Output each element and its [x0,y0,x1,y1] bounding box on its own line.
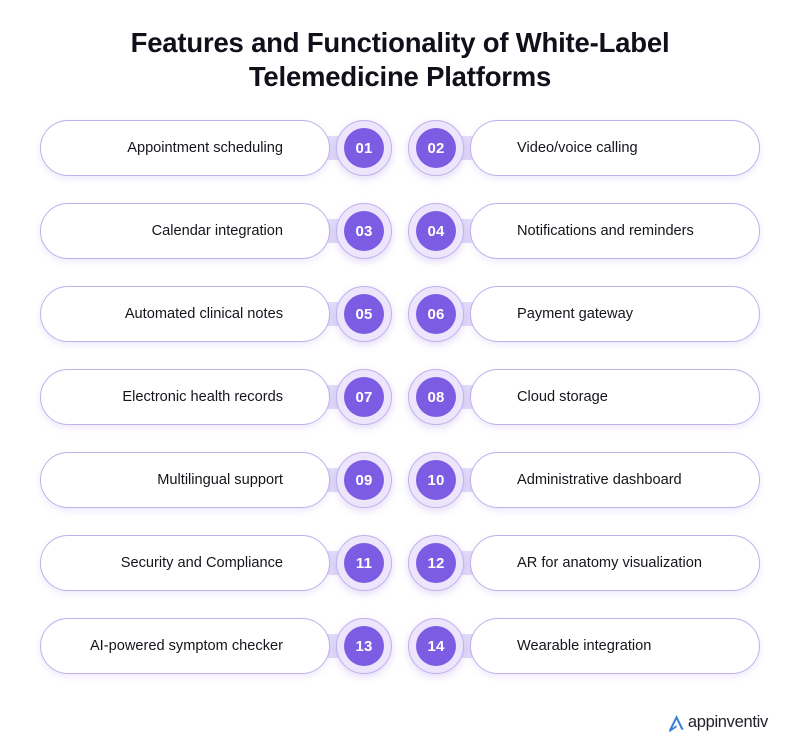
feature-label: Multilingual support [157,472,283,488]
page-title: Features and Functionality of White-Labe… [130,27,670,92]
feature-item-04[interactable]: Notifications and reminders 04 [408,198,760,264]
badge-inner-circle: 06 [416,294,456,334]
feature-label: Payment gateway [517,306,634,322]
badge-number: 05 [355,305,373,323]
feature-pill[interactable]: Appointment scheduling [40,120,330,176]
badge-number: 04 [427,222,445,240]
feature-rows: Appointment scheduling 01 Video/voice ca… [0,115,800,679]
badge-inner-circle: 05 [344,294,384,334]
feature-pill[interactable]: Video/voice calling [470,120,760,176]
feature-item-13[interactable]: AI-powered symptom checker 13 [40,613,392,679]
badge-inner-circle: 11 [344,543,384,583]
badge-number: 11 [355,554,373,572]
feature-pill[interactable]: Wearable integration [470,618,760,674]
feature-item-07[interactable]: Electronic health records 07 [40,364,392,430]
badge-inner-circle: 09 [344,460,384,500]
feature-number-badge: 09 [336,452,392,508]
badge-number: 14 [427,637,445,655]
feature-label: Appointment scheduling [127,140,283,156]
feature-label: Electronic health records [122,389,283,405]
title-container: Features and Functionality of White-Labe… [0,0,800,94]
badge-number: 02 [427,139,445,157]
feature-number-badge: 04 [408,203,464,259]
badge-inner-circle: 10 [416,460,456,500]
feature-number-badge: 02 [408,120,464,176]
brand-logo: appinventiv [666,712,768,733]
feature-number-badge: 07 [336,369,392,425]
feature-pill[interactable]: Electronic health records [40,369,330,425]
badge-number: 06 [427,305,445,323]
feature-item-12[interactable]: AR for anatomy visualization 12 [408,530,760,596]
feature-label: Calendar integration [151,223,283,239]
feature-pill[interactable]: Automated clinical notes [40,286,330,342]
badge-number: 12 [427,554,445,572]
feature-pill[interactable]: Security and Compliance [40,535,330,591]
feature-row: Security and Compliance 11 AR for anatom… [40,530,760,596]
feature-item-14[interactable]: Wearable integration 14 [408,613,760,679]
feature-label: Wearable integration [517,638,652,654]
feature-number-badge: 06 [408,286,464,342]
feature-number-badge: 05 [336,286,392,342]
feature-number-badge: 08 [408,369,464,425]
badge-number: 08 [427,388,445,406]
badge-number: 13 [355,637,373,655]
feature-pill[interactable]: Calendar integration [40,203,330,259]
infographic-canvas: Features and Functionality of White-Labe… [0,0,800,751]
feature-item-05[interactable]: Automated clinical notes 05 [40,281,392,347]
brand-name: appinventiv [687,713,768,732]
badge-number: 07 [355,388,373,406]
feature-label: Cloud storage [517,389,608,405]
feature-pill[interactable]: Cloud storage [470,369,760,425]
feature-label: Video/voice calling [517,140,638,156]
appinventiv-a-mark-icon [669,715,684,733]
feature-item-11[interactable]: Security and Compliance 11 [40,530,392,596]
feature-pill[interactable]: Payment gateway [470,286,760,342]
badge-number: 03 [355,222,373,240]
feature-number-badge: 13 [336,618,392,674]
feature-label: Administrative dashboard [517,472,682,488]
badge-inner-circle: 02 [416,128,456,168]
feature-number-badge: 11 [336,535,392,591]
badge-inner-circle: 01 [344,128,384,168]
feature-item-03[interactable]: Calendar integration 03 [40,198,392,264]
badge-inner-circle: 04 [416,211,456,251]
feature-pill[interactable]: Notifications and reminders [470,203,760,259]
feature-item-09[interactable]: Multilingual support 09 [40,447,392,513]
feature-item-08[interactable]: Cloud storage 08 [408,364,760,430]
feature-number-badge: 14 [408,618,464,674]
feature-row: Automated clinical notes 05 Payment gate… [40,281,760,347]
badge-inner-circle: 07 [344,377,384,417]
badge-inner-circle: 12 [416,543,456,583]
feature-row: Electronic health records 07 Cloud stora… [40,364,760,430]
feature-label: Notifications and reminders [517,223,694,239]
feature-row: Appointment scheduling 01 Video/voice ca… [40,115,760,181]
feature-pill[interactable]: Multilingual support [40,452,330,508]
badge-number: 09 [355,471,373,489]
feature-item-10[interactable]: Administrative dashboard 10 [408,447,760,513]
feature-label: AR for anatomy visualization [517,555,702,571]
feature-number-badge: 10 [408,452,464,508]
badge-number: 01 [355,139,373,157]
badge-inner-circle: 08 [416,377,456,417]
badge-inner-circle: 03 [344,211,384,251]
feature-pill[interactable]: AR for anatomy visualization [470,535,760,591]
feature-label: AI-powered symptom checker [89,638,283,654]
feature-row: AI-powered symptom checker 13 Wearable i… [40,613,760,679]
feature-item-02[interactable]: Video/voice calling 02 [408,115,760,181]
feature-label: Security and Compliance [120,555,283,571]
badge-inner-circle: 13 [344,626,384,666]
feature-number-badge: 03 [336,203,392,259]
feature-item-06[interactable]: Payment gateway 06 [408,281,760,347]
feature-number-badge: 12 [408,535,464,591]
badge-inner-circle: 14 [416,626,456,666]
feature-item-01[interactable]: Appointment scheduling 01 [40,115,392,181]
feature-row: Multilingual support 09 Administrative d… [40,447,760,513]
feature-label: Automated clinical notes [124,306,283,322]
badge-number: 10 [427,471,445,489]
feature-pill[interactable]: AI-powered symptom checker [40,618,330,674]
feature-row: Calendar integration 03 Notifications an… [40,198,760,264]
feature-pill[interactable]: Administrative dashboard [470,452,760,508]
feature-number-badge: 01 [336,120,392,176]
